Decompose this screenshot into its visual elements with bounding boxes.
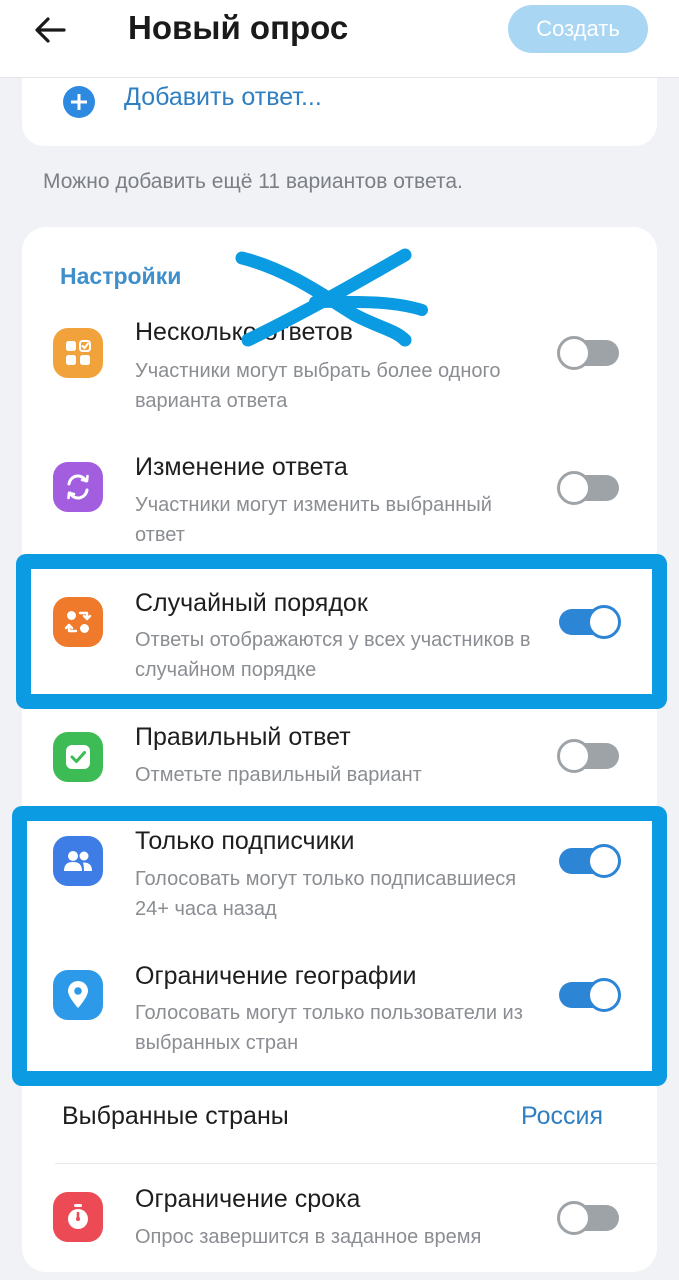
- random-order-title: Случайный порядок: [135, 589, 368, 617]
- geography-restriction-toggle[interactable]: [559, 978, 621, 1012]
- toggle-knob: [557, 336, 591, 370]
- time-limit-title: Ограничение срока: [135, 1185, 361, 1213]
- toggle-knob: [587, 844, 621, 878]
- refresh-icon: [53, 462, 103, 512]
- toggle-knob: [587, 605, 621, 639]
- timer-icon: [53, 1192, 103, 1242]
- selected-countries-value[interactable]: Россия: [521, 1102, 603, 1131]
- multiple-answers-title: Несколько ответов: [135, 318, 353, 346]
- subscribers-only-title: Только подписчики: [135, 827, 355, 855]
- top-bar: Новый опрос Создать: [0, 0, 679, 78]
- change-answer-title: Изменение ответа: [135, 453, 348, 481]
- page-title: Новый опрос: [128, 9, 349, 46]
- change-answer-toggle[interactable]: [557, 471, 619, 505]
- subscribers-only-desc: Голосовать могут только подписавшиеся 24…: [135, 868, 517, 920]
- random-order-desc: Ответы отображаются у всех участников в …: [135, 629, 531, 681]
- correct-answer-title: Правильный ответ: [135, 723, 351, 751]
- subscribers-only-toggle[interactable]: [559, 844, 621, 878]
- shuffle-icon: [53, 597, 103, 647]
- settings-heading: Настройки: [60, 263, 182, 289]
- divider: [55, 1163, 657, 1164]
- toggle-knob: [557, 471, 591, 505]
- selected-countries-label: Выбранные страны: [62, 1102, 289, 1130]
- time-limit-desc: Опрос завершится в заданное время: [135, 1226, 482, 1248]
- location-pin-icon: [53, 970, 103, 1020]
- correct-answer-desc: Отметьте правильный вариант: [135, 764, 422, 786]
- multiple-answers-toggle[interactable]: [557, 336, 619, 370]
- multiple-answers-desc: Участники могут выбрать более одного вар…: [135, 360, 501, 412]
- multiple-choice-icon: [53, 328, 103, 378]
- toggle-knob: [557, 739, 591, 773]
- geography-restriction-title: Ограничение географии: [135, 962, 417, 990]
- toggle-knob: [557, 1201, 591, 1235]
- arrow-left-icon: [35, 17, 66, 43]
- answers-remaining-hint: Можно добавить ещё 11 вариантов ответа.: [43, 170, 463, 193]
- back-button[interactable]: [28, 10, 72, 50]
- plus-circle-icon[interactable]: [63, 86, 95, 118]
- users-icon: [53, 836, 103, 886]
- change-answer-desc: Участники могут изменить выбранный ответ: [135, 494, 492, 546]
- check-icon: [53, 732, 103, 782]
- create-button[interactable]: Создать: [508, 5, 648, 53]
- add-answer-button[interactable]: Добавить ответ...: [124, 83, 322, 112]
- geography-restriction-desc: Голосовать могут только пользователи из …: [135, 1002, 523, 1054]
- random-order-toggle[interactable]: [559, 605, 621, 639]
- correct-answer-toggle[interactable]: [557, 739, 619, 773]
- toggle-knob: [587, 978, 621, 1012]
- time-limit-toggle[interactable]: [557, 1201, 619, 1235]
